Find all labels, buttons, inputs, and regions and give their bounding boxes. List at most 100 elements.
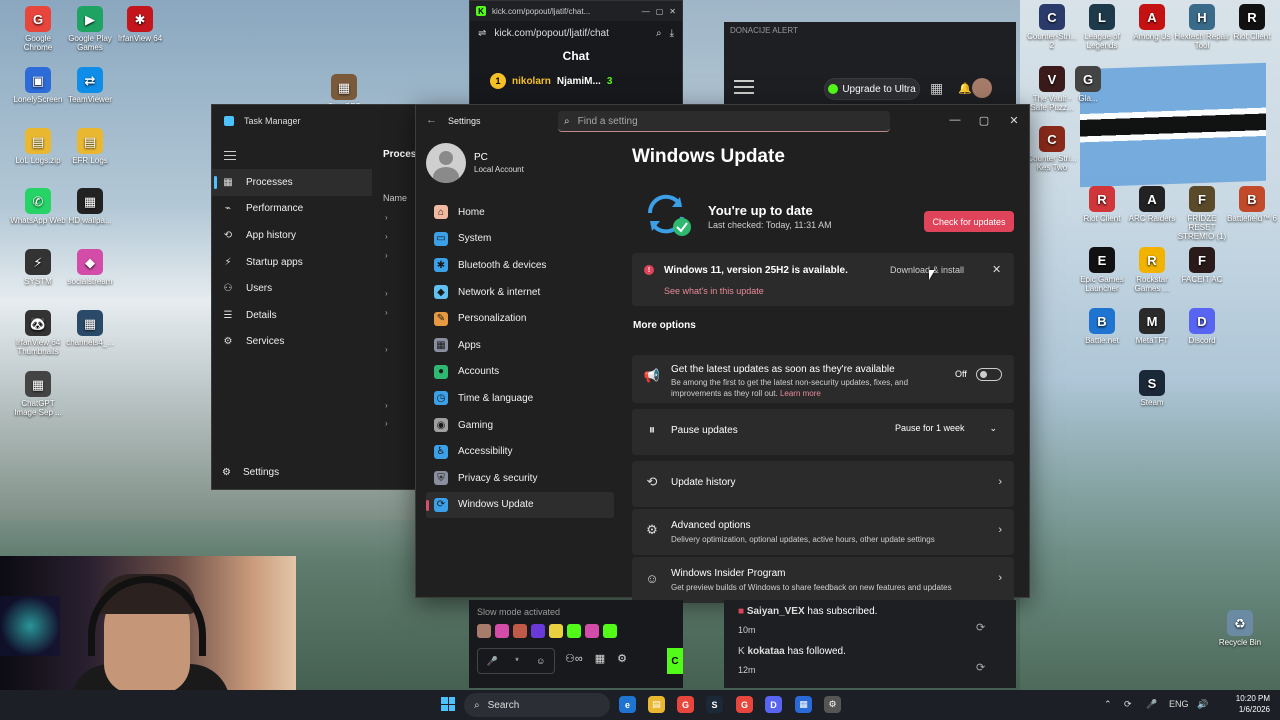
tm-nav-performance[interactable]: ⌁ Performance	[212, 196, 372, 223]
profile-avatar[interactable]	[972, 78, 992, 98]
users-icon[interactable]: ⚇∞	[565, 652, 583, 665]
start-icon[interactable]	[441, 697, 455, 711]
chrome-icon[interactable]: G	[736, 696, 753, 713]
desktop-icon-hextech-repair-tool[interactable]: H Hextech Repair Tool	[1174, 4, 1230, 50]
desktop-icon-battlefield-6[interactable]: B Battlefield™ 6	[1224, 186, 1280, 223]
desktop-icon-riot-client[interactable]: R Riot Client	[1224, 4, 1280, 41]
learn-more-link[interactable]: Learn more	[780, 389, 821, 398]
back-arrow-icon[interactable]: ←	[426, 114, 437, 126]
tray-chevron-icon[interactable]: ⌃	[1104, 699, 1112, 710]
desktop-icon-irfanview-64[interactable]: ✱ IrfanView 64	[112, 6, 168, 43]
tm-nav-startup-apps[interactable]: ⚡ Startup apps	[212, 249, 372, 276]
desktop-icon-whatsapp-web[interactable]: ✆ WhatsApp Web	[10, 188, 66, 225]
asterisk-icon[interactable]: *	[515, 656, 519, 666]
advanced-options-row[interactable]: ⚙ Advanced options Delivery optimization…	[632, 509, 1014, 555]
maximize-icon[interactable]: ▢	[656, 7, 664, 16]
emote-icon[interactable]	[585, 624, 599, 638]
emote-icon[interactable]	[477, 624, 491, 638]
desktop-icon-efr-logs[interactable]: ▤ EFR Logs	[62, 128, 118, 165]
sidebar-item-gaming[interactable]: ◉ Gaming	[426, 412, 614, 439]
search-input[interactable]	[577, 115, 858, 127]
sidebar-item-network-internet[interactable]: ◆ Network & internet	[426, 279, 614, 306]
desktop-icon-faceit-ac[interactable]: F FACEIT AC	[1174, 247, 1230, 284]
minimize-icon[interactable]: —	[642, 7, 650, 16]
expand-chevron-icon[interactable]: ›	[385, 251, 388, 260]
task-manager-icon[interactable]: ▦	[795, 696, 812, 713]
expand-chevron-icon[interactable]: ›	[385, 419, 388, 428]
clock[interactable]: 10:20 PM 1/6/2026	[1218, 693, 1270, 715]
sidebar-item-personalization[interactable]: ✎ Personalization	[426, 305, 614, 332]
chat-user-1[interactable]: nikolarn	[512, 76, 551, 87]
language-indicator[interactable]: ENG	[1169, 699, 1189, 709]
task-manager-settings[interactable]: ⚙ Settings	[222, 467, 279, 478]
replay-icon[interactable]: ⟳	[976, 661, 985, 674]
sidebar-item-home[interactable]: ⌂ Home	[426, 199, 614, 226]
download-install-link[interactable]: Download & install	[890, 265, 964, 275]
desktop-icon-chatgpt-image-sep[interactable]: ▦ ChatGPT Image Sep ...	[10, 371, 66, 417]
sidebar-item-privacy-security[interactable]: ⛨ Privacy & security	[426, 465, 614, 492]
pause-duration-select[interactable]: Pause for 1 week ⌄	[895, 423, 1005, 434]
expand-chevron-icon[interactable]: ›	[385, 232, 388, 241]
desktop-icon-systm[interactable]: ⚡ SYSTM	[10, 249, 66, 286]
maximize-icon[interactable]: ▢	[973, 111, 995, 129]
pause-updates-row[interactable]: ⏸ Pause updates Pause for 1 week ⌄	[632, 409, 1014, 455]
close-icon[interactable]: ✕	[1003, 111, 1025, 129]
desktop-icon-hd-wallpa[interactable]: ▦ HD wallpa...	[62, 188, 118, 225]
desktop-icon-socialstream[interactable]: ◆ socialstream	[62, 249, 118, 286]
emote-icon[interactable]	[567, 624, 581, 638]
tm-nav-details[interactable]: ☰ Details	[212, 302, 372, 329]
expand-chevron-icon[interactable]: ›	[385, 401, 388, 410]
steam-icon[interactable]: S	[706, 696, 723, 713]
store-icon[interactable]: ▦	[595, 652, 605, 665]
emote-icon[interactable]	[603, 624, 617, 638]
desktop-icon-counter-stri-kes-two[interactable]: C Counter Stri... Kes Two	[1024, 126, 1080, 172]
desktop-icon-metatft[interactable]: M MetaTFT	[1124, 308, 1180, 345]
column-name[interactable]: Name	[383, 193, 407, 203]
hamburger-menu-icon[interactable]	[224, 151, 236, 160]
tm-nav-processes[interactable]: ▦ Processes	[212, 169, 372, 196]
desktop-icon-league-of-legends[interactable]: L League of Legends	[1074, 4, 1130, 50]
expand-chevron-icon[interactable]: ›	[385, 345, 388, 354]
desktop-icon-channels4[interactable]: ▦ channels4_...	[62, 310, 118, 347]
insider-program-row[interactable]: ☺ Windows Insider Program Get preview bu…	[632, 557, 1014, 603]
desktop-icon-discord[interactable]: D Discord	[1174, 308, 1230, 345]
settings-gear-icon[interactable]: ⚙	[824, 696, 841, 713]
desktop-icon-battle-net[interactable]: B Battle.net	[1074, 308, 1130, 345]
dismiss-icon[interactable]: ✕	[992, 263, 1001, 276]
desktop-icon-epic-games-launcher[interactable]: E Epic Games Launcher	[1074, 247, 1130, 293]
discord-icon[interactable]: D	[765, 696, 782, 713]
desktop-icon-irfanview-64-thumbnails[interactable]: 🐼 IrfanView 64 Thumbnails	[10, 310, 66, 356]
sidebar-item-apps[interactable]: ▦ Apps	[426, 332, 614, 359]
site-info-icon[interactable]: ⇌	[478, 28, 486, 39]
desktop-icon-gla[interactable]: G Gla...	[1060, 66, 1116, 103]
emote-icon[interactable]	[495, 624, 509, 638]
search-box[interactable]: ⌕	[558, 111, 890, 132]
edge-icon[interactable]: e	[619, 696, 636, 713]
latest-updates-row[interactable]: 📢 Get the latest updates as soon as they…	[632, 355, 1014, 403]
mic-icon[interactable]: 🎤	[1146, 699, 1157, 710]
desktop-icon-lonelyscreen[interactable]: ▣ LonelyScreen	[10, 67, 66, 104]
latest-updates-toggle[interactable]	[976, 368, 1002, 381]
download-icon[interactable]: ⤓	[670, 28, 674, 39]
emote-icon[interactable]	[549, 624, 563, 638]
desktop-icon-teamviewer[interactable]: ⇄ TeamViewer	[62, 67, 118, 104]
chat-send-button[interactable]: C	[667, 648, 683, 674]
apps-grid-icon[interactable]: ▦	[930, 80, 943, 97]
kick-address-bar[interactable]: ⇌ kick.com/popout/ljatif/chat ⌕ ⤓	[470, 21, 682, 45]
emoji-icon[interactable]: ☺	[536, 656, 545, 666]
desktop-icon-riot-client[interactable]: R Riot Client	[1074, 186, 1130, 223]
tm-nav-app-history[interactable]: ⟲ App history	[212, 222, 372, 249]
settings-gear-icon[interactable]: ⚙	[617, 652, 627, 665]
minimize-icon[interactable]: —	[944, 111, 966, 129]
account-profile[interactable]: PC Local Account	[426, 143, 524, 183]
volume-icon[interactable]: 🔊	[1197, 699, 1208, 710]
tm-nav-services[interactable]: ⚙ Services	[212, 329, 372, 356]
file-explorer-icon[interactable]: ▤	[648, 696, 665, 713]
desktop-icon-among-us[interactable]: A Among Us	[1124, 4, 1180, 41]
update-history-row[interactable]: ⟲ Update history ›	[632, 461, 1014, 507]
sidebar-item-time-language[interactable]: ◷ Time & language	[426, 385, 614, 412]
whats-new-link[interactable]: See what's in this update	[664, 286, 764, 296]
chat-user-2[interactable]: NjamiM...	[557, 76, 601, 87]
chat-input[interactable]: 🎤 * ☺	[477, 648, 555, 674]
desktop-icon-lol-logs-zip[interactable]: ▤ LoL Logs.zip	[10, 128, 66, 165]
